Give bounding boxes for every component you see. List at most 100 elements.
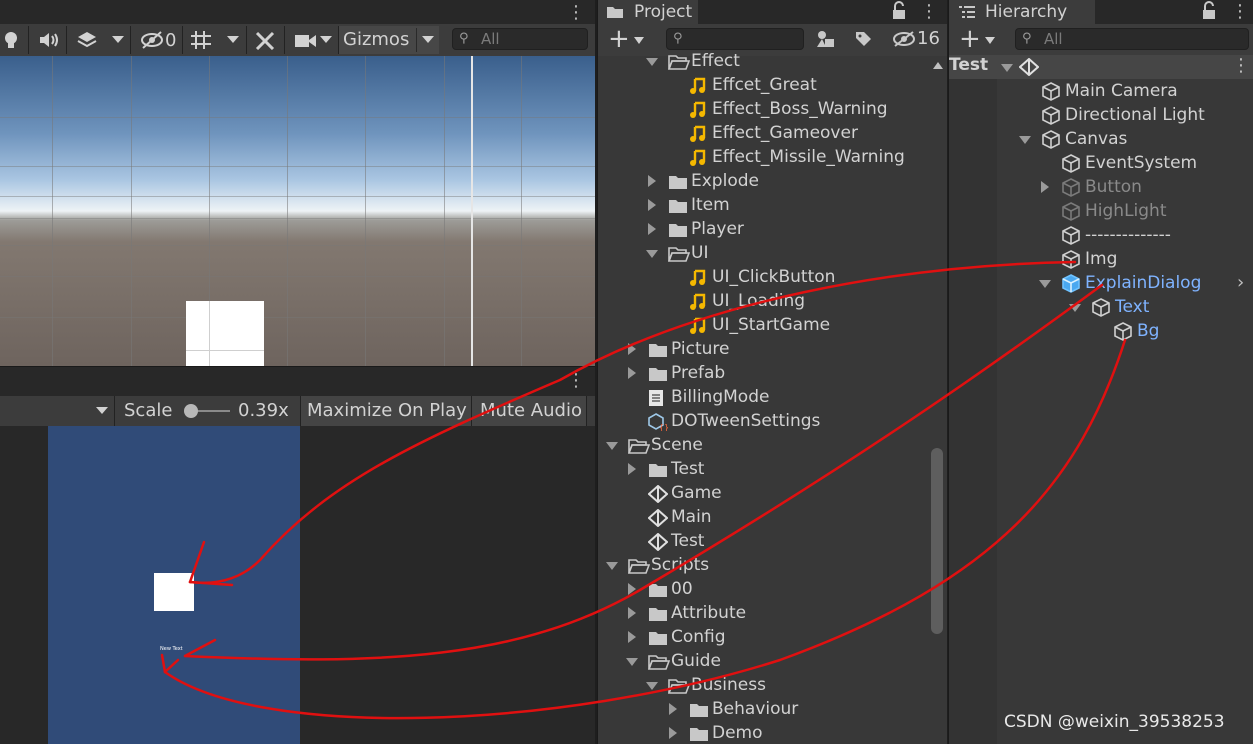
lock-icon[interactable] xyxy=(892,1,906,21)
project-item[interactable]: Demo xyxy=(598,721,928,744)
expand-arrow-icon[interactable] xyxy=(626,658,638,666)
project-scrollbar-thumb[interactable] xyxy=(931,448,943,634)
expand-arrow-icon[interactable] xyxy=(606,562,618,570)
expand-arrow-icon[interactable] xyxy=(1039,280,1051,288)
project-item[interactable]: Prefab xyxy=(598,361,928,385)
hidden-objects-icon[interactable] xyxy=(140,31,164,49)
tab-hierarchy[interactable]: Hierarchy xyxy=(949,0,1095,24)
project-item[interactable]: Player xyxy=(598,217,928,241)
add-dropdown-icon[interactable] xyxy=(634,37,644,44)
collapse-arrow-icon[interactable] xyxy=(628,583,636,595)
effects-toggle-icon[interactable] xyxy=(76,30,98,50)
project-item[interactable]: Effect_Gameover xyxy=(598,121,928,145)
hierarchy-item[interactable]: Bg xyxy=(949,319,1253,343)
scene-more-icon[interactable]: ⋮ xyxy=(567,2,585,23)
hierarchy-item[interactable]: EventSystem xyxy=(949,151,1253,175)
hierarchy-item[interactable]: Main Camera xyxy=(949,79,1253,103)
project-item[interactable]: Effect_Missile_Warning xyxy=(598,145,928,169)
game-more-icon[interactable]: ⋮ xyxy=(567,370,585,391)
hierarchy-item[interactable]: Img xyxy=(949,247,1253,271)
filter-by-type-icon[interactable] xyxy=(816,30,836,48)
project-item[interactable]: Explode xyxy=(598,169,928,193)
expand-arrow-icon[interactable] xyxy=(646,58,658,66)
expand-arrow-icon[interactable] xyxy=(606,442,618,450)
filter-by-label-icon[interactable] xyxy=(854,30,872,48)
resolution-dropdown-icon[interactable] xyxy=(96,407,108,414)
lock-icon[interactable] xyxy=(1202,1,1216,21)
add-dropdown-icon[interactable] xyxy=(985,37,995,44)
project-item[interactable]: Behaviour xyxy=(598,697,928,721)
tools-icon[interactable] xyxy=(254,30,276,50)
maximize-on-play-toggle[interactable]: Maximize On Play xyxy=(301,396,471,426)
project-item[interactable]: Game xyxy=(598,481,928,505)
hierarchy-item[interactable]: HighLight xyxy=(949,199,1253,223)
project-item[interactable]: Guide xyxy=(598,649,928,673)
project-item[interactable]: Effect_Boss_Warning xyxy=(598,97,928,121)
project-item[interactable]: Effect xyxy=(598,49,928,73)
hierarchy-more-icon[interactable]: ⋮ xyxy=(1231,1,1249,22)
light-toggle-icon[interactable] xyxy=(2,30,20,50)
hierarchy-item[interactable]: ExplainDialog › xyxy=(949,271,1253,295)
project-search-input[interactable]: ⚲ xyxy=(666,28,804,50)
hierarchy-item[interactable]: Canvas xyxy=(949,127,1253,151)
camera-dropdown-icon[interactable] xyxy=(320,36,332,43)
hierarchy-item[interactable]: Directional Light xyxy=(949,103,1253,127)
project-item[interactable]: Attribute xyxy=(598,601,928,625)
collapse-arrow-icon[interactable] xyxy=(628,343,636,355)
expand-arrow-icon[interactable] xyxy=(646,682,658,690)
collapse-arrow-icon[interactable] xyxy=(648,199,656,211)
add-icon[interactable]: + xyxy=(959,25,981,53)
hierarchy-item[interactable]: Button xyxy=(949,175,1253,199)
project-item[interactable]: Test xyxy=(598,457,928,481)
project-item[interactable]: UI_StartGame xyxy=(598,313,928,337)
project-item[interactable]: Business xyxy=(598,673,928,697)
grid-dropdown-icon[interactable] xyxy=(227,36,239,43)
prefab-open-chevron-icon[interactable]: › xyxy=(1237,271,1244,295)
project-item[interactable]: UI_Loading xyxy=(598,289,928,313)
grid-toggle-icon[interactable] xyxy=(190,30,212,50)
expand-arrow-icon[interactable] xyxy=(1019,136,1031,144)
scene-header-row[interactable]: Test ⋮ xyxy=(949,55,1253,79)
collapse-arrow-icon[interactable] xyxy=(669,703,677,715)
gizmos-dropdown-icon[interactable] xyxy=(422,36,434,43)
project-item[interactable]: Item xyxy=(598,193,928,217)
expand-arrow-icon[interactable] xyxy=(1069,304,1081,312)
camera-icon[interactable] xyxy=(294,33,318,49)
collapse-arrow-icon[interactable] xyxy=(628,463,636,475)
scroll-up-icon[interactable] xyxy=(933,62,943,69)
mute-audio-toggle[interactable]: Mute Audio xyxy=(472,396,586,426)
project-item[interactable]: 00 xyxy=(598,577,928,601)
project-item[interactable]: Main xyxy=(598,505,928,529)
collapse-arrow-icon[interactable] xyxy=(628,631,636,643)
collapse-arrow-icon[interactable] xyxy=(628,607,636,619)
scale-slider-thumb[interactable] xyxy=(184,404,198,418)
scene-view[interactable] xyxy=(0,56,595,366)
collapse-arrow-icon[interactable] xyxy=(648,175,656,187)
project-item[interactable]: Test xyxy=(598,529,928,553)
scene-ui-image[interactable] xyxy=(186,301,264,366)
collapse-arrow-icon[interactable] xyxy=(648,223,656,235)
project-item[interactable]: BillingMode xyxy=(598,385,928,409)
project-item[interactable]: UI xyxy=(598,241,928,265)
project-item[interactable]: Config xyxy=(598,625,928,649)
project-scrollbar[interactable] xyxy=(929,56,947,744)
collapse-arrow-icon[interactable] xyxy=(669,727,677,739)
project-item[interactable]: Scripts xyxy=(598,553,928,577)
hidden-packages-icon[interactable] xyxy=(892,31,916,47)
collapse-arrow-icon[interactable] xyxy=(628,367,636,379)
project-item[interactable]: Effcet_Great xyxy=(598,73,928,97)
project-item[interactable]: Picture xyxy=(598,337,928,361)
game-view[interactable]: New Text xyxy=(0,426,595,744)
collapse-arrow-icon[interactable] xyxy=(1041,181,1049,193)
effects-dropdown-icon[interactable] xyxy=(112,36,124,43)
tab-project[interactable]: Project xyxy=(598,0,698,24)
expand-arrow-icon[interactable] xyxy=(646,250,658,258)
hierarchy-search-input[interactable]: ⚲ All xyxy=(1015,28,1249,50)
scene-search-input[interactable]: ⚲ All xyxy=(452,28,588,50)
gizmos-button[interactable]: Gizmos xyxy=(339,26,439,54)
project-more-icon[interactable]: ⋮ xyxy=(920,1,938,22)
project-item[interactable]: UI_ClickButton xyxy=(598,265,928,289)
project-item[interactable]: Scene xyxy=(598,433,928,457)
hierarchy-item[interactable]: Text xyxy=(949,295,1253,319)
scene-more-icon[interactable]: ⋮ xyxy=(1232,55,1250,76)
